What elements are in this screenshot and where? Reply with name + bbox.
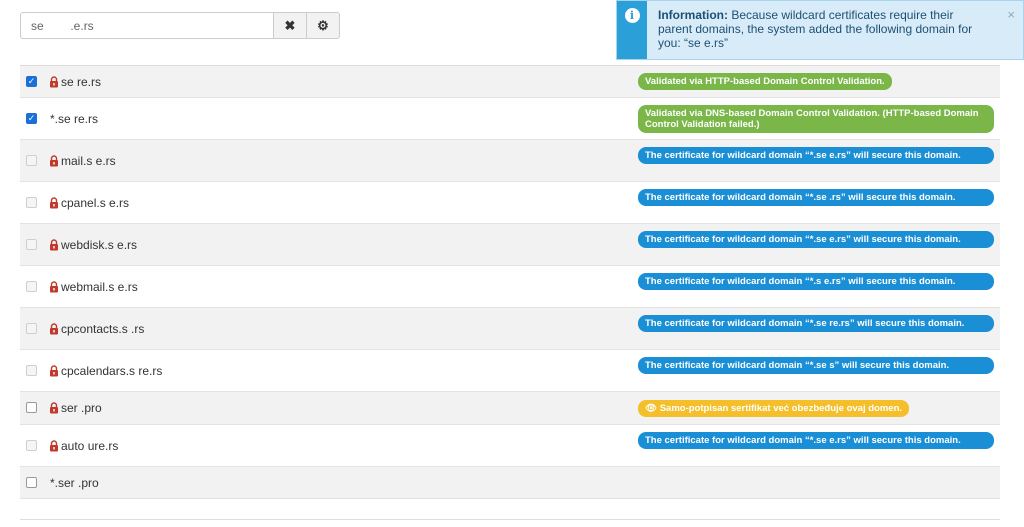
domain-name: webmail.s e.rs [61,279,138,294]
domain-row: ✓ se re.rs Validated via HTTP-based Domain… [20,66,1000,98]
lock-icon [49,402,59,414]
validation-status-badge: Validated via DNS-based Domain Control V… [638,104,994,133]
lock-icon [49,439,59,452]
gears-icon: ⚙ [317,17,329,33]
domain-checkbox [26,439,37,451]
domain-checkbox[interactable]: ✓ [26,112,37,124]
domain-checkbox [26,238,37,250]
information-toast: i Information: Because wildcard certific… [616,0,1024,60]
domain-row: ✓ *.se re.rs Validated via DNS-based Domai… [20,98,1000,140]
validation-status-badge: The certificate for wildcard domain “*.s… [638,314,994,332]
validation-status-badge: The certificate for wildcard domain “*.s… [638,272,994,290]
domain-table: ✓ se re.rs Validated via HTTP-based Domain… [20,65,1000,499]
validation-status-badge: The certificate for wildcard domain “*.s… [638,146,994,164]
domain-checkbox [26,196,37,208]
domain-name: ser .pro [61,401,102,415]
domain-name: webdisk.s e.rs [61,237,138,252]
domain-name: *.ser .pro [50,475,99,490]
validation-status-badge: 👁 Samo-potpisan sertifikat već obezbeđuj… [638,399,910,417]
domain-checkbox[interactable] [26,402,37,413]
domain-name: cpanel.s e.rs [61,195,130,210]
domain-checkbox [26,322,37,334]
table-footer-divider [20,519,1000,520]
validation-status-badge: The certificate for wildcard domain “*.s… [638,188,994,206]
domain-row: ser .pro 👁 Samo-potpisan sertifikat već o… [20,392,1000,425]
domain-checkbox [26,154,37,166]
clear-search-button[interactable]: ✖ [274,12,307,39]
lock-icon [49,322,59,335]
validation-status-badge: The certificate for wildcard domain “*.s… [638,356,994,374]
domain-name: mail.s e.rs [61,153,116,168]
domain-checkbox[interactable]: ✓ [26,75,37,87]
domain-checkbox [26,280,37,292]
domain-row: webdisk.s e.rs The certificate for wildca… [20,224,1000,266]
lock-icon [49,75,59,88]
toast-close-button[interactable]: × [1007,7,1015,22]
lock-icon [49,280,59,293]
domain-checkbox [26,364,37,376]
lock-icon [49,154,59,167]
validation-status-badge: The certificate for wildcard domain “*.s… [638,230,994,248]
domain-name: *.se re.rs [50,111,99,126]
domain-row: mail.s e.rs The certificate for wildcard … [20,140,1000,182]
domain-search-bar: ✖ ⚙ [20,12,340,39]
domain-row: cpcalendars.s re.rs The certificate for w… [20,350,1000,392]
domain-row: cpanel.s e.rs The certificate for wildcar… [20,182,1000,224]
search-settings-button[interactable]: ⚙ [307,12,340,39]
domain-name: se re.rs [61,74,102,89]
info-icon: i [624,8,640,23]
domain-row: *.ser .pro [20,467,1000,499]
toast-message: Information: Because wildcard certificat… [658,8,973,50]
domain-name: cpcalendars.s re.rs [61,363,163,378]
domain-row: auto ure.rs The certificate for wildcard … [20,425,1000,467]
validation-status-badge: Validated via HTTP-based Domain Control … [638,73,892,90]
domain-row: cpcontacts.s .rs The certificate for wild… [20,308,1000,350]
clear-icon: ✖ [284,17,296,33]
domain-name: auto ure.rs [61,438,119,453]
domain-name: cpcontacts.s .rs [61,321,145,336]
lock-icon [49,364,59,377]
domain-row: webmail.s e.rs The certificate for wildca… [20,266,1000,308]
lock-icon [49,238,59,251]
validation-status-badge: The certificate for wildcard domain “*.s… [638,431,994,449]
domain-checkbox[interactable] [26,476,37,488]
domain-search-input[interactable] [20,12,274,39]
lock-icon [49,196,59,209]
